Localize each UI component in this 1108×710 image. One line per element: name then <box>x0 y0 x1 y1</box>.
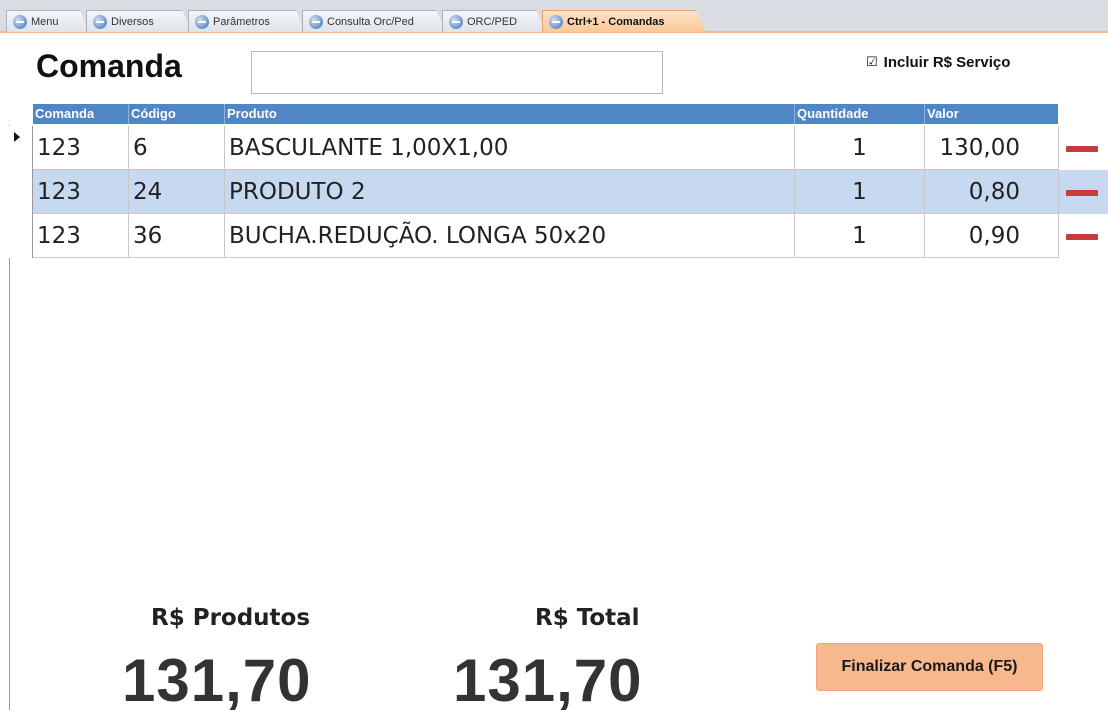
cell-quantidade[interactable]: 1 <box>795 214 925 258</box>
products-total-label: R$ Produtos <box>151 605 311 631</box>
products-total-value: 131,70 <box>122 647 312 710</box>
form-icon <box>93 15 107 29</box>
column-header-valor[interactable]: Valor <box>925 104 1058 124</box>
cell-produto[interactable]: BASCULANTE 1,00X1,00 <box>225 126 795 170</box>
tab-label: Diversos <box>111 15 154 28</box>
tab-consulta-orc-ped[interactable]: Consulta Orc/Ped <box>302 10 446 32</box>
cell-codigo[interactable]: 24 <box>129 170 225 214</box>
tab-menu[interactable]: Menu <box>6 10 90 32</box>
checkbox-checked-icon: ☑ <box>866 55 878 70</box>
form-icon <box>549 15 563 29</box>
column-header-quantidade[interactable]: Quantidade <box>795 104 925 124</box>
cell-produto[interactable]: BUCHA.REDUÇÃO. LONGA 50x20 <box>225 214 795 258</box>
tab-label: Menu <box>31 15 59 28</box>
column-header-codigo[interactable]: Código <box>129 104 225 124</box>
table-row[interactable]: 123 36 BUCHA.REDUÇÃO. LONGA 50x20 1 0,90 <box>9 214 1059 258</box>
form-icon <box>309 15 323 29</box>
minus-icon <box>1066 234 1098 240</box>
form-icon <box>449 15 463 29</box>
page-title: Comanda <box>36 48 182 84</box>
include-service-checkbox[interactable]: ☑ Incluir R$ Serviço <box>866 54 1010 71</box>
tab-label: Ctrl+1 - Comandas <box>567 15 665 28</box>
include-service-label: Incluir R$ Serviço <box>883 54 1011 71</box>
form-icon <box>13 15 27 29</box>
comanda-input[interactable] <box>251 51 663 94</box>
tab-label: Consulta Orc/Ped <box>327 15 414 28</box>
cell-comanda[interactable]: 123 <box>33 170 129 214</box>
grand-total-label: R$ Total <box>535 605 640 631</box>
table-row[interactable]: 123 6 BASCULANTE 1,00X1,00 1 130,00 <box>9 126 1059 170</box>
cell-produto[interactable]: PRODUTO 2 <box>225 170 795 214</box>
current-row-arrow-icon <box>14 132 20 142</box>
table-header: Comanda Código Produto Quantidade Valor <box>33 104 1058 124</box>
grand-total-value: 131,70 <box>453 647 643 710</box>
cell-comanda[interactable]: 123 <box>33 214 129 258</box>
cell-valor[interactable]: 0,80 <box>925 170 1059 214</box>
row-selector[interactable] <box>9 126 33 170</box>
tab-bar: Menu Diversos Parâmetros Consulta Orc/Pe… <box>0 0 1108 34</box>
tab-diversos[interactable]: Diversos <box>86 10 192 32</box>
tab-label: Parâmetros <box>213 15 270 28</box>
table-row[interactable]: 123 24 PRODUTO 2 1 0,80 <box>9 170 1059 214</box>
minus-icon <box>1066 190 1098 196</box>
cell-valor[interactable]: 0,90 <box>925 214 1059 258</box>
finalize-comanda-button[interactable]: Finalizar Comanda (F5) <box>816 643 1043 691</box>
tab-parametros[interactable]: Parâmetros <box>188 10 306 32</box>
tab-comandas[interactable]: Ctrl+1 - Comandas <box>542 10 706 32</box>
cell-quantidade[interactable]: 1 <box>795 126 925 170</box>
cell-codigo[interactable]: 36 <box>129 214 225 258</box>
column-header-produto[interactable]: Produto <box>225 104 795 124</box>
minus-icon <box>1066 146 1098 152</box>
cell-codigo[interactable]: 6 <box>129 126 225 170</box>
row-selector[interactable] <box>9 214 33 258</box>
row-selector[interactable] <box>9 170 33 214</box>
tab-orc-ped[interactable]: ORC/PED <box>442 10 546 32</box>
form-icon <box>195 15 209 29</box>
cell-valor[interactable]: 130,00 <box>925 126 1059 170</box>
cell-quantidade[interactable]: 1 <box>795 170 925 214</box>
column-header-comanda[interactable]: Comanda <box>33 104 129 124</box>
tab-label: ORC/PED <box>467 15 518 28</box>
cell-comanda[interactable]: 123 <box>33 126 129 170</box>
